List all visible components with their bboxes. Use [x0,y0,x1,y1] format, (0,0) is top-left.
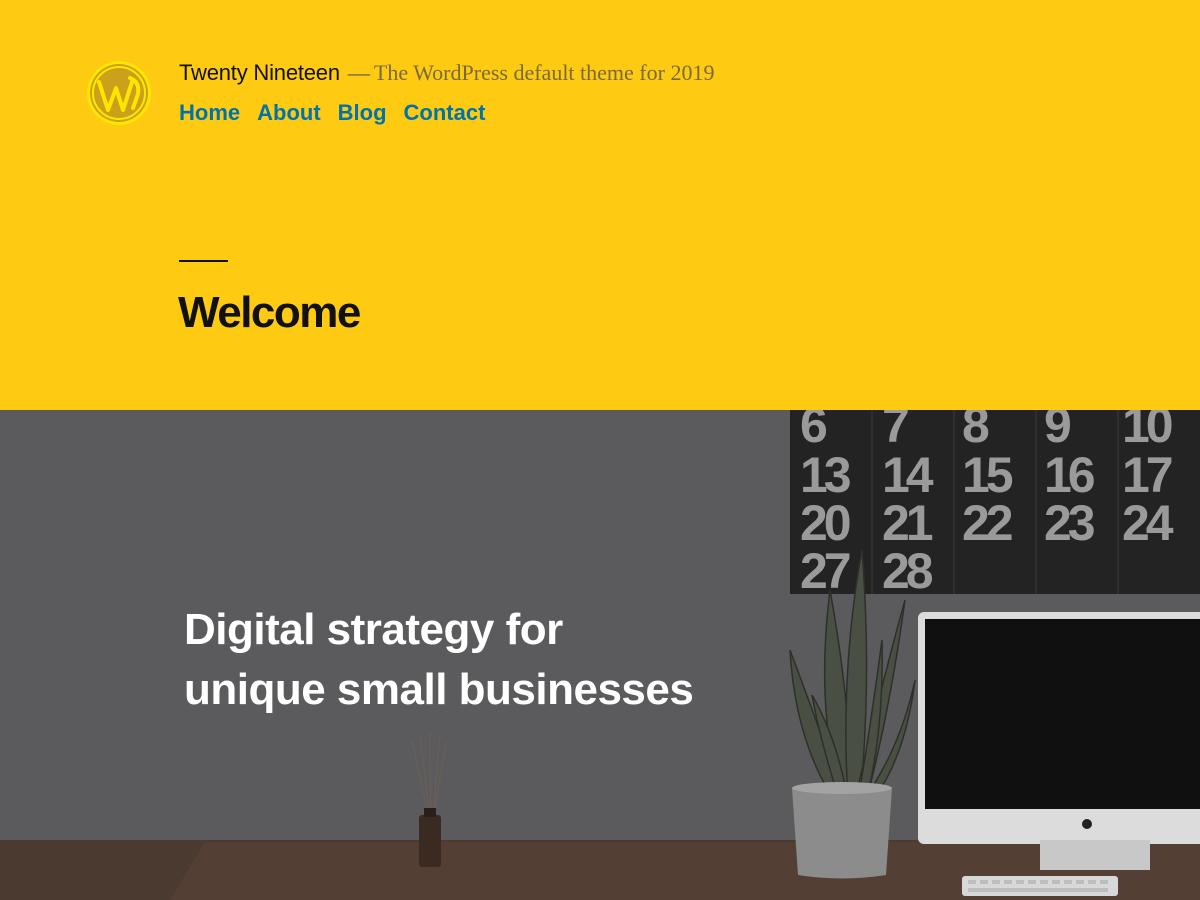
page: Twenty Nineteen — The WordPress default th… [0,0,1200,900]
cover-heading: Digital strategy for unique small busine… [184,600,804,720]
calendar-number: 28 [882,543,933,599]
calendar-number: 23 [1044,495,1094,551]
calendar-number: 22 [962,495,1012,551]
page-title: Welcome [178,288,361,337]
title-separator: — [347,60,370,85]
site-header: Twenty Nineteen — The WordPress default th… [0,0,1200,410]
site-description: The WordPress default theme for 2019 [373,60,715,85]
plant-pot [792,788,892,879]
main-navigation: Home About Blog Contact [179,100,485,126]
cover-heading-line-1: Digital strategy for [184,605,563,654]
site-logo[interactable] [86,60,152,126]
nav-item-blog[interactable]: Blog [338,100,387,126]
wordpress-logo-icon [87,61,151,125]
nav-item-contact[interactable]: Contact [404,100,486,126]
nav-item-home[interactable]: Home [179,100,240,126]
calendar-number: 27 [800,543,850,599]
nav-item-about[interactable]: About [257,100,321,126]
calendar-number: 24 [1122,495,1174,551]
keyboard [962,876,1118,896]
cover-block: 6 7 8 9 10 13 14 15 16 17 20 21 22 23 24 27 28 [0,410,1200,900]
cover-heading-line-2: unique small businesses [184,665,694,714]
title-divider [179,260,228,262]
site-title[interactable]: Twenty Nineteen [179,60,340,85]
site-branding: Twenty Nineteen — The WordPress default th… [179,60,714,86]
